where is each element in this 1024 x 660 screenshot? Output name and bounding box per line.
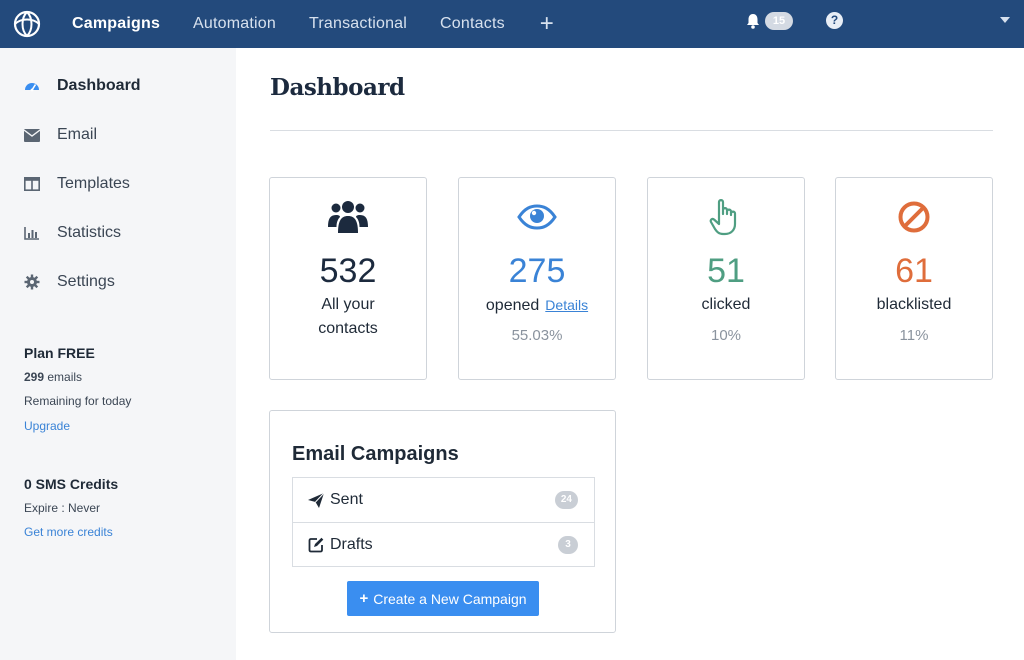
clicked-label: clicked: [701, 296, 751, 313]
opened-caption: opened Details: [459, 293, 615, 318]
nav-transactional[interactable]: Transactional: [309, 15, 407, 33]
help-icon[interactable]: ?: [826, 12, 843, 29]
sidebar-item-statistics[interactable]: Statistics: [24, 221, 121, 245]
paper-plane-icon: [308, 492, 324, 508]
campaigns-drafts-label: Drafts: [330, 535, 373, 553]
drafts-count-badge: 3: [558, 536, 578, 554]
campaigns-drafts-row[interactable]: Drafts 3: [293, 522, 594, 566]
sms-expire: Expire : Never: [24, 501, 101, 515]
plan-emails-label: emails: [47, 370, 83, 384]
users-icon: [270, 198, 426, 236]
gear-icon: [24, 274, 40, 290]
create-new-campaign-button[interactable]: + Create a New Campaign: [347, 581, 539, 616]
clicked-count: 51: [707, 252, 745, 290]
nav-contacts[interactable]: Contacts: [440, 15, 505, 33]
opened-stat-card[interactable]: 275 opened Details 55.03%: [458, 177, 616, 380]
plus-icon: +: [359, 590, 369, 607]
blacklisted-count: 61: [895, 252, 933, 290]
divider: [270, 130, 993, 131]
sidebar-item-label: Settings: [57, 273, 115, 290]
contacts-stat-card[interactable]: 532 All your contacts: [269, 177, 427, 380]
plan-emails: 299 emails: [24, 370, 82, 384]
pointer-hand-icon: [648, 198, 804, 236]
edit-icon: [308, 537, 324, 553]
eye-icon: [459, 198, 615, 236]
chevron-down-icon[interactable]: [1000, 17, 1010, 23]
sidebar: Dashboard Email Templates Statistics Set…: [0, 48, 236, 660]
sms-credits-title: 0 SMS Credits: [24, 476, 119, 492]
sidebar-item-templates[interactable]: Templates: [24, 172, 130, 196]
sendinblue-logo-icon[interactable]: [12, 9, 42, 39]
upgrade-link[interactable]: Upgrade: [24, 419, 70, 433]
dashboard-gauge-icon: [24, 78, 40, 94]
blacklisted-stat-card[interactable]: 61 blacklisted 11%: [835, 177, 993, 380]
blacklisted-label: blacklisted: [876, 296, 952, 313]
sidebar-item-label: Templates: [57, 175, 130, 192]
nav-automation[interactable]: Automation: [193, 15, 276, 33]
sent-count-badge: 24: [554, 491, 578, 509]
contacts-caption: All your contacts: [270, 293, 426, 341]
plan-title: Plan FREE: [24, 345, 95, 361]
sidebar-item-dashboard[interactable]: Dashboard: [24, 74, 141, 98]
notifications-badge: 15: [765, 12, 793, 30]
bar-chart-icon: [24, 225, 40, 241]
contacts-caption-line1: All your: [321, 296, 375, 313]
sidebar-item-label: Dashboard: [57, 77, 141, 94]
email-campaigns-title: Email Campaigns: [292, 443, 459, 465]
details-link[interactable]: Details: [545, 297, 588, 313]
contacts-count: 532: [319, 252, 377, 290]
sidebar-item-settings[interactable]: Settings: [24, 270, 115, 294]
plan-remaining: Remaining for today: [24, 394, 132, 408]
clicked-percent: 10%: [710, 327, 742, 344]
get-more-credits-link[interactable]: Get more credits: [24, 525, 113, 539]
sidebar-item-label: Statistics: [57, 224, 122, 241]
opened-label: opened: [485, 297, 540, 314]
campaigns-sent-label: Sent: [330, 491, 363, 508]
templates-icon: [24, 176, 40, 192]
envelope-icon: [24, 127, 40, 143]
opened-count: 275: [508, 252, 566, 290]
blacklisted-percent: 11%: [899, 327, 929, 344]
bell-icon[interactable]: [744, 12, 762, 32]
nav-campaigns[interactable]: Campaigns: [72, 15, 160, 33]
sidebar-item-label: Email: [57, 126, 98, 143]
plan-emails-count: 299: [24, 370, 45, 384]
clicked-stat-card[interactable]: 51 clicked 10%: [647, 177, 805, 380]
sidebar-item-email[interactable]: Email: [24, 123, 97, 147]
create-new-campaign-label: Create a New Campaign: [373, 590, 527, 607]
add-nav-button[interactable]: +: [540, 12, 554, 36]
ban-icon: [836, 198, 992, 236]
contacts-caption-line2: contacts: [318, 320, 378, 337]
campaigns-list: Sent 24 Drafts 3: [292, 477, 595, 567]
opened-percent: 55.03%: [511, 327, 563, 344]
page-title: Dashboard: [270, 74, 405, 101]
email-campaigns-card: Email Campaigns Sent 24 Drafts 3 + Creat…: [269, 410, 616, 633]
top-navigation-bar: Campaigns Automation Transactional Conta…: [0, 0, 1024, 48]
campaigns-sent-row[interactable]: Sent 24: [293, 478, 594, 522]
